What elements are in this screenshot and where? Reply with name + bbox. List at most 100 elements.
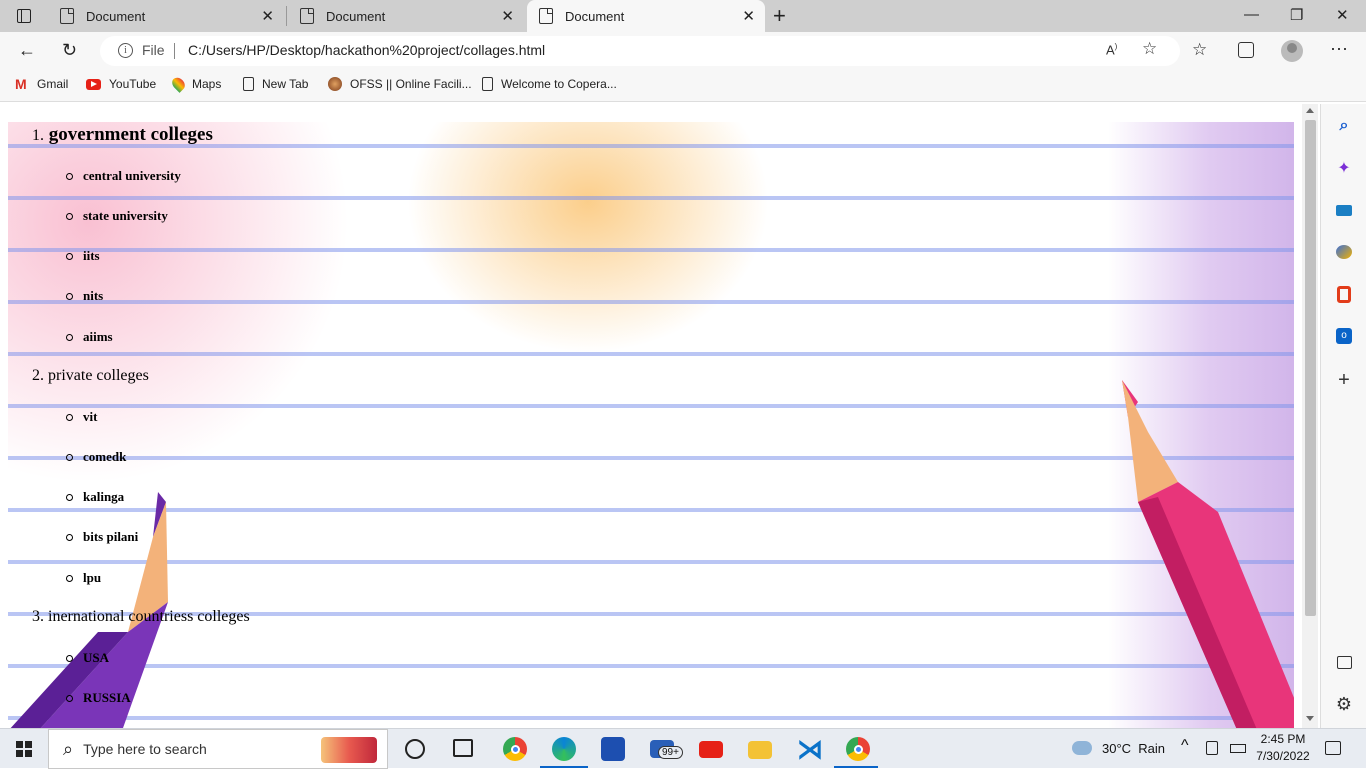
- office-icon[interactable]: [1334, 284, 1354, 304]
- scheme-label: File: [142, 42, 165, 58]
- page-viewport: 1. government colleges central universit…: [8, 122, 1294, 728]
- purple-pencil-illustration: [10, 492, 168, 728]
- list-number: 2.: [32, 367, 44, 384]
- restore-icon[interactable]: ❐: [1290, 6, 1303, 24]
- settings-gear-icon[interactable]: ⚙: [1334, 694, 1354, 714]
- scroll-down-arrow[interactable]: [1306, 716, 1314, 721]
- chrome-icon-2[interactable]: [846, 737, 870, 761]
- notifications-icon[interactable]: [1325, 741, 1341, 755]
- list-item-text: lpu: [83, 570, 102, 585]
- time-text: 2:45 PM: [1260, 732, 1306, 746]
- tab-title: Document: [86, 8, 146, 24]
- mail-badge: 99+: [658, 746, 683, 759]
- bookmark-label: Gmail: [37, 77, 69, 91]
- list-item-text: nits: [83, 288, 104, 303]
- tab-document-1[interactable]: Document ✕: [48, 0, 284, 32]
- tab-bar: Document ✕ Document ✕ Document ✕ + — ❐ ✕: [0, 0, 1366, 32]
- minimize-icon[interactable]: —: [1244, 6, 1259, 23]
- show-hidden-icons[interactable]: ^: [1181, 737, 1189, 755]
- scroll-up-arrow[interactable]: [1306, 108, 1314, 113]
- games-icon[interactable]: [1334, 242, 1354, 262]
- store-icon[interactable]: [601, 737, 625, 761]
- new-tab-button[interactable]: +: [773, 3, 786, 29]
- collections-icon[interactable]: [1238, 42, 1254, 58]
- page-icon: [482, 77, 493, 91]
- youtube-app-icon[interactable]: [699, 741, 723, 758]
- battery-icon[interactable]: [1230, 744, 1246, 753]
- read-aloud-icon[interactable]: A): [1106, 42, 1117, 57]
- search-placeholder: Type here to search: [83, 741, 207, 757]
- tab-document-2[interactable]: Document ✕: [288, 0, 524, 32]
- close-icon[interactable]: ✕: [501, 7, 514, 25]
- list-item: kalinga: [66, 489, 124, 505]
- cortana-icon[interactable]: [405, 739, 425, 759]
- close-icon[interactable]: ✕: [261, 7, 274, 25]
- refresh-button[interactable]: ↻: [62, 40, 77, 61]
- vertical-scrollbar[interactable]: [1302, 104, 1318, 728]
- list-item-text: vit: [83, 409, 98, 424]
- profile-avatar[interactable]: [1281, 40, 1303, 62]
- windows-start-icon[interactable]: [16, 741, 32, 757]
- tools-briefcase-icon[interactable]: [1334, 200, 1354, 220]
- window-close-icon[interactable]: ✕: [1336, 6, 1349, 24]
- tab-document-3[interactable]: Document ✕: [527, 0, 765, 32]
- address-field[interactable]: i File C:/Users/HP/Desktop/hackathon%20p…: [100, 36, 1180, 66]
- date-text: 7/30/2022: [1256, 749, 1310, 763]
- list-item-text: state university: [83, 208, 168, 223]
- section-heading: 1. government colleges: [32, 124, 213, 146]
- hide-sidebar-icon[interactable]: [1334, 652, 1354, 672]
- bookmark-copera[interactable]: Welcome to Copera...: [482, 77, 617, 91]
- mail-icon[interactable]: 99+: [650, 740, 683, 759]
- bookmark-maps[interactable]: Maps: [169, 75, 222, 93]
- list-item-text: USA: [83, 650, 110, 665]
- edge-icon[interactable]: [552, 737, 576, 761]
- add-icon[interactable]: +: [1334, 369, 1354, 391]
- list-item: RUSSIA: [66, 690, 131, 706]
- weather-text[interactable]: 30°C Rain: [1102, 741, 1165, 756]
- outlook-icon[interactable]: o: [1334, 326, 1354, 346]
- list-item: vit: [66, 409, 97, 425]
- page-icon: [300, 8, 314, 24]
- bookmark-youtube[interactable]: YouTube: [86, 77, 156, 91]
- list-item-text: bits pilani: [83, 529, 139, 544]
- bookmark-label: Welcome to Copera...: [501, 77, 617, 91]
- page-icon: [243, 77, 254, 91]
- taskbar-search-box[interactable]: ⌕ Type here to search: [48, 729, 388, 769]
- list-item-text: RUSSIA: [83, 690, 131, 705]
- favorite-add-icon[interactable]: ☆: [1142, 39, 1157, 59]
- tab-actions-icon[interactable]: [17, 9, 31, 23]
- file-explorer-icon[interactable]: [748, 741, 772, 759]
- list-item: comedk: [66, 449, 126, 465]
- clock[interactable]: 2:45 PM 7/30/2022: [1252, 731, 1314, 765]
- gmail-icon: M: [15, 76, 27, 92]
- bookmark-ofss[interactable]: OFSS || Online Facili...: [328, 77, 472, 91]
- chrome-icon[interactable]: [503, 737, 527, 761]
- back-button[interactable]: ←: [18, 40, 36, 61]
- scroll-thumb[interactable]: [1305, 120, 1316, 616]
- search-icon[interactable]: ⌕: [1334, 116, 1354, 136]
- section-heading: 3. inernational countriess colleges: [32, 608, 250, 626]
- pink-pencil-illustration: [1122, 380, 1294, 728]
- search-icon: ⌕: [63, 738, 74, 759]
- section-title: inernational countriess colleges: [48, 608, 250, 625]
- list-item: aiims: [66, 329, 113, 345]
- task-view-icon[interactable]: [453, 739, 473, 757]
- vscode-icon[interactable]: ⋊: [797, 736, 823, 762]
- weather-rain-icon[interactable]: [1072, 741, 1092, 755]
- list-item: nits: [66, 288, 103, 304]
- bookmark-new-tab[interactable]: New Tab: [243, 77, 308, 91]
- close-icon[interactable]: ✕: [742, 7, 755, 25]
- list-item-text: central university: [83, 168, 181, 183]
- info-icon[interactable]: i: [118, 43, 133, 58]
- bookmark-label: Maps: [192, 77, 222, 91]
- discover-sparkle-icon[interactable]: ✦: [1334, 158, 1354, 178]
- more-menu-icon[interactable]: ···: [1330, 38, 1348, 59]
- list-item: state university: [66, 208, 168, 224]
- network-icon[interactable]: [1206, 741, 1218, 755]
- favorites-icon[interactable]: ☆: [1192, 40, 1207, 60]
- bookmark-gmail[interactable]: M Gmail: [15, 77, 68, 91]
- tab-title: Document: [565, 8, 625, 24]
- list-item: iits: [66, 248, 100, 264]
- list-number: 1.: [32, 127, 44, 144]
- list-item-text: iits: [83, 248, 100, 263]
